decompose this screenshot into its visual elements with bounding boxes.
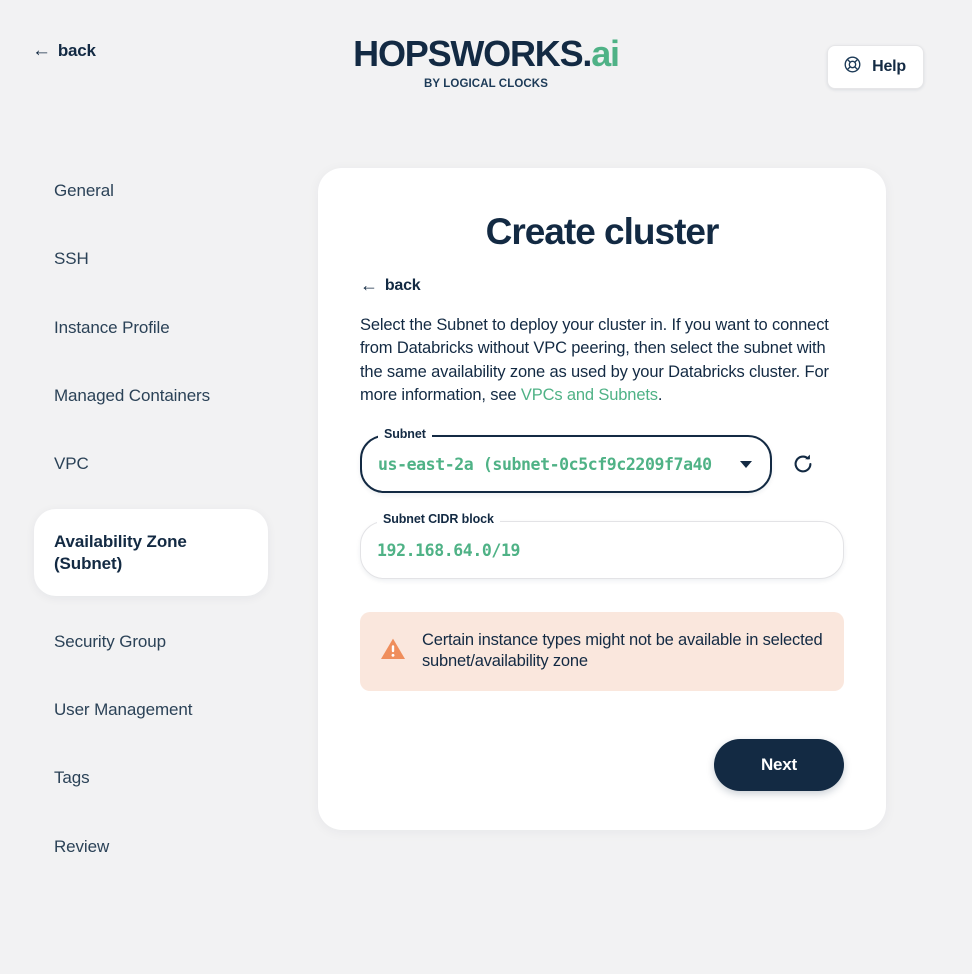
sidebar-item-security-group[interactable]: Security Group bbox=[34, 619, 268, 664]
logo-suffix: ai bbox=[591, 33, 619, 74]
sidebar-item-label: Security Group bbox=[54, 632, 166, 651]
app-root: ← back HOPSWORKS.ai BY LOGICAL CLOCKS He… bbox=[0, 0, 972, 974]
cidr-value: 192.168.64.0/19 bbox=[377, 541, 825, 560]
help-button-label: Help bbox=[872, 58, 906, 76]
create-cluster-card: Create cluster ← back Select the Subnet … bbox=[318, 168, 886, 830]
sidebar-item-managed-containers[interactable]: Managed Containers bbox=[34, 373, 268, 418]
sidebar-nav: General SSH Instance Profile Managed Con… bbox=[34, 168, 268, 869]
next-button[interactable]: Next bbox=[714, 739, 844, 791]
sidebar-item-label: Managed Containers bbox=[54, 386, 210, 405]
brand-logo: HOPSWORKS.ai BY LOGICAL CLOCKS bbox=[353, 36, 619, 90]
top-back-link[interactable]: ← back bbox=[32, 41, 96, 61]
sidebar-item-label: Review bbox=[54, 837, 109, 856]
card-actions: Next bbox=[360, 739, 844, 791]
lifebuoy-icon bbox=[843, 55, 862, 79]
subnet-field-label: Subnet bbox=[378, 428, 432, 441]
sidebar-item-general[interactable]: General bbox=[34, 168, 268, 213]
subnet-field-row: Subnet us-east-2a (subnet-0c5cf9c2209f7a… bbox=[360, 435, 844, 493]
card-back-link[interactable]: ← back bbox=[360, 277, 420, 295]
logo-wordmark: HOPSWORKS.ai bbox=[353, 36, 619, 72]
subnet-select[interactable]: Subnet us-east-2a (subnet-0c5cf9c2209f7a… bbox=[360, 435, 772, 493]
sidebar-item-instance-profile[interactable]: Instance Profile bbox=[34, 305, 268, 350]
logo-word: HOPSWORKS bbox=[353, 33, 582, 74]
sidebar-item-availability-zone[interactable]: Availability Zone (Subnet) bbox=[34, 509, 268, 596]
sidebar-item-label: Availability Zone (Subnet) bbox=[54, 532, 187, 572]
sidebar-item-ssh[interactable]: SSH bbox=[34, 236, 268, 281]
vpcs-and-subnets-link[interactable]: VPCs and Subnets bbox=[521, 386, 658, 404]
logo-tagline: BY LOGICAL CLOCKS bbox=[353, 78, 619, 90]
page-title: Create cluster bbox=[360, 212, 844, 253]
help-button[interactable]: Help bbox=[827, 45, 924, 89]
card-back-label: back bbox=[385, 277, 421, 295]
sidebar-item-vpc[interactable]: VPC bbox=[34, 441, 268, 486]
sidebar-item-label: Instance Profile bbox=[54, 318, 170, 337]
top-back-label: back bbox=[58, 41, 96, 61]
warning-triangle-icon bbox=[380, 637, 406, 666]
sidebar-item-label: SSH bbox=[54, 249, 89, 268]
description-text-end: . bbox=[658, 386, 662, 404]
top-bar: ← back HOPSWORKS.ai BY LOGICAL CLOCKS He… bbox=[0, 0, 972, 120]
warning-message: Certain instance types might not be avai… bbox=[422, 630, 824, 672]
sidebar-item-tags[interactable]: Tags bbox=[34, 755, 268, 800]
sidebar-item-label: General bbox=[54, 181, 114, 200]
sidebar-item-label: User Management bbox=[54, 700, 192, 719]
subnet-cidr-input[interactable]: Subnet CIDR block 192.168.64.0/19 bbox=[360, 521, 844, 579]
cidr-field-label: Subnet CIDR block bbox=[377, 513, 500, 526]
sidebar-item-label: VPC bbox=[54, 454, 89, 473]
cidr-field-row: Subnet CIDR block 192.168.64.0/19 bbox=[360, 521, 844, 579]
back-arrow-icon: ← bbox=[32, 41, 51, 60]
sidebar-item-label: Tags bbox=[54, 768, 90, 787]
logo-dot: . bbox=[582, 33, 591, 74]
back-arrow-icon: ← bbox=[360, 276, 378, 294]
sidebar-item-user-management[interactable]: User Management bbox=[34, 687, 268, 732]
chevron-down-icon[interactable] bbox=[740, 461, 752, 468]
warning-banner: Certain instance types might not be avai… bbox=[360, 612, 844, 690]
subnet-selected-value: us-east-2a (subnet-0c5cf9c2209f7a40 bbox=[378, 455, 734, 474]
step-description: Select the Subnet to deploy your cluster… bbox=[360, 314, 844, 408]
sidebar-item-review[interactable]: Review bbox=[34, 824, 268, 869]
refresh-icon[interactable] bbox=[790, 451, 816, 477]
